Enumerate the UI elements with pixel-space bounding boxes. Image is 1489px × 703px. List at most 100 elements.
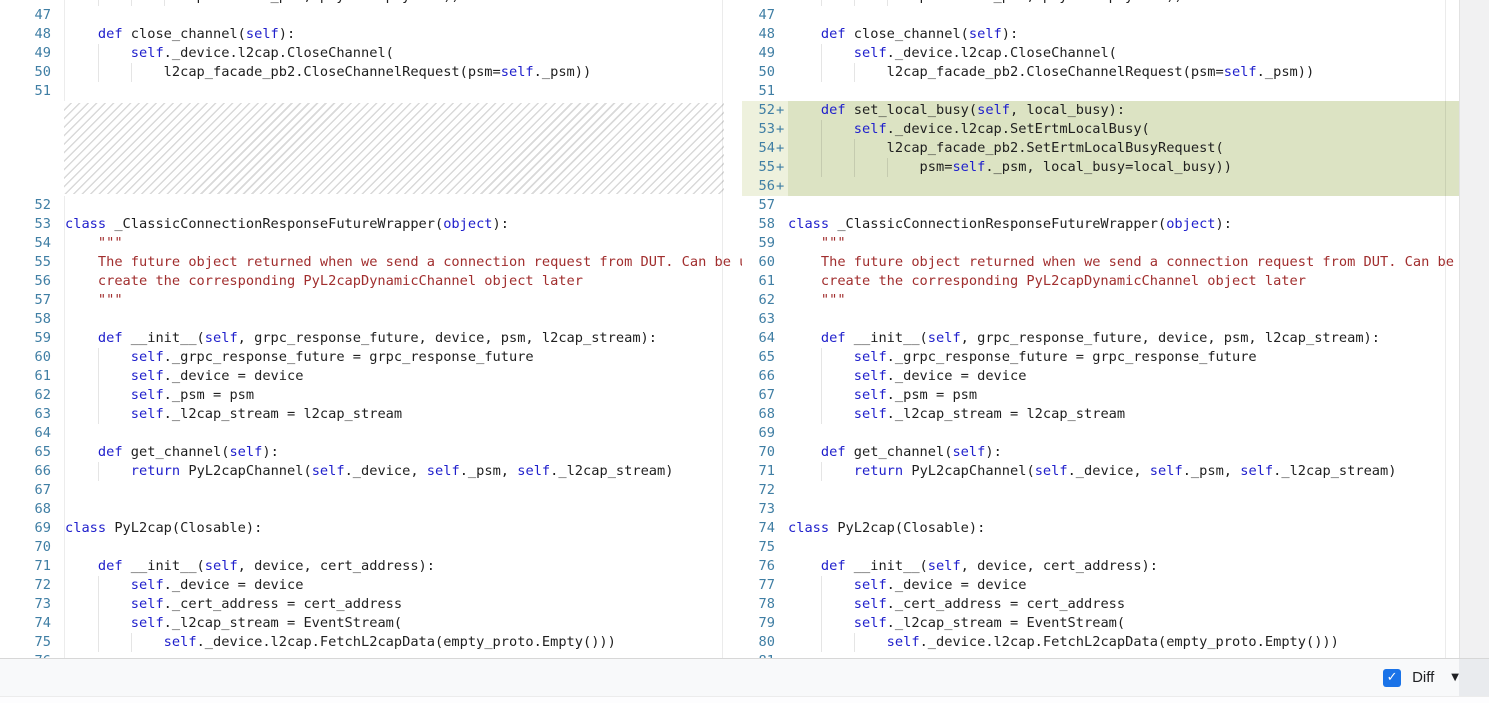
code-line[interactable]: 76 def __init__(self, device, cert_addre…	[742, 557, 1459, 576]
code-line[interactable]: 61 create the corresponding PyL2capDynam…	[742, 272, 1459, 291]
code-line[interactable]: 54 """	[0, 234, 742, 253]
code-line[interactable]: 73	[742, 500, 1459, 519]
code-line[interactable]: 77 self._device = device	[742, 576, 1459, 595]
code-line[interactable]: 50 l2cap_facade_pb2.CloseChannelRequest(…	[742, 63, 1459, 82]
code-line[interactable]: 53+ self._device.l2cap.SetErtmLocalBusy(	[742, 120, 1459, 139]
code-line[interactable]: 80 self._device.l2cap.FetchL2capData(emp…	[742, 633, 1459, 652]
diff-pane-right[interactable]: 46 psm=self._psm, payload=payload))4748 …	[742, 0, 1459, 658]
code-line[interactable]: 49 self._device.l2cap.CloseChannel(	[742, 44, 1459, 63]
code-rows: 46 psm=self._psm, payload=payload))4748 …	[0, 0, 742, 658]
code-line[interactable]: 64	[0, 424, 742, 443]
code-line[interactable]: 70	[0, 538, 742, 557]
code-line[interactable]: 52	[0, 196, 742, 215]
code-line[interactable]: 69	[742, 424, 1459, 443]
code-line[interactable]: 48 def close_channel(self):	[742, 25, 1459, 44]
line-number-gutter: 47	[0, 6, 65, 25]
code-line[interactable]: 68 self._l2cap_stream = l2cap_stream	[742, 405, 1459, 424]
line-number-gutter: 51	[742, 82, 788, 101]
code-line[interactable]: 51	[742, 82, 1459, 101]
code-line[interactable]: 66 return PyL2capChannel(self._device, s…	[0, 462, 742, 481]
code-line[interactable]: 59 def __init__(self, grpc_response_futu…	[0, 329, 742, 348]
code-line[interactable]: 60 self._grpc_response_future = grpc_res…	[0, 348, 742, 367]
code-line[interactable]: 47	[742, 6, 1459, 25]
code-line[interactable]: 58class _ClassicConnectionResponseFuture…	[742, 215, 1459, 234]
code-line[interactable]: 75	[742, 538, 1459, 557]
code-line[interactable]: 59 """	[742, 234, 1459, 253]
diff-added-marker	[775, 538, 788, 557]
code-line[interactable]: 67 self._psm = psm	[742, 386, 1459, 405]
line-number-gutter: 79	[742, 614, 788, 633]
code-text: self._device.l2cap.FetchL2capData(empty_…	[65, 633, 742, 652]
code-line[interactable]: 65 def get_channel(self):	[0, 443, 742, 462]
code-line[interactable]: 67	[0, 481, 742, 500]
code-line[interactable]: 56 create the corresponding PyL2capDynam…	[0, 272, 742, 291]
code-text: return PyL2capChannel(self._device, self…	[65, 462, 742, 481]
code-line[interactable]: 57	[742, 196, 1459, 215]
diff-added-marker	[775, 576, 788, 595]
code-line[interactable]: 53class _ClassicConnectionResponseFuture…	[0, 215, 742, 234]
code-line[interactable]: 72 self._device = device	[0, 576, 742, 595]
diff-added-marker	[775, 557, 788, 576]
code-line[interactable]: 68	[0, 500, 742, 519]
code-line[interactable]: 74class PyL2cap(Closable):	[742, 519, 1459, 538]
code-text	[788, 481, 1459, 500]
footer-bar: ✓ Diff ▼	[0, 658, 1489, 703]
code-line[interactable]: 62 """	[742, 291, 1459, 310]
code-line[interactable]: 63	[742, 310, 1459, 329]
diff-pane-left[interactable]: 46 psm=self._psm, payload=payload))4748 …	[0, 0, 742, 658]
code-line[interactable]: 54+ l2cap_facade_pb2.SetErtmLocalBusyReq…	[742, 139, 1459, 158]
line-number: 73	[0, 595, 51, 614]
code-line[interactable]: 73 self._cert_address = cert_address	[0, 595, 742, 614]
code-line[interactable]: 56+	[742, 177, 1459, 196]
code-line[interactable]: 57 """	[0, 291, 742, 310]
diff-added-marker	[51, 557, 64, 576]
code-line[interactable]: 55 The future object returned when we se…	[0, 253, 742, 272]
code-text: def __init__(self, grpc_response_future,…	[65, 329, 742, 348]
line-number: 57	[0, 291, 51, 310]
line-number-gutter: 75	[0, 633, 65, 652]
diff-added-marker	[51, 329, 64, 348]
code-line[interactable]: 74 self._l2cap_stream = EventStream(	[0, 614, 742, 633]
diff-added-marker	[51, 481, 64, 500]
line-number: 63	[742, 310, 775, 329]
code-line[interactable]: 66 self._device = device	[742, 367, 1459, 386]
dropdown-arrow-icon[interactable]: ▼	[1451, 672, 1459, 683]
code-line[interactable]: 64 def __init__(self, grpc_response_futu…	[742, 329, 1459, 348]
line-number-gutter: 60	[742, 253, 788, 272]
code-line[interactable]: 50 l2cap_facade_pb2.CloseChannelRequest(…	[0, 63, 742, 82]
code-line[interactable]: 52+ def set_local_busy(self, local_busy)…	[742, 101, 1459, 120]
line-number-gutter: 50	[0, 63, 65, 82]
code-line[interactable]: 71 return PyL2capChannel(self._device, s…	[742, 462, 1459, 481]
diff-added-marker	[775, 481, 788, 500]
diff-added-marker	[51, 348, 64, 367]
line-number: 74	[742, 519, 775, 538]
code-line[interactable]: 47	[0, 6, 742, 25]
code-line[interactable]: 70 def get_channel(self):	[742, 443, 1459, 462]
diff-added-marker: +	[775, 177, 788, 196]
code-line[interactable]: 72	[742, 481, 1459, 500]
line-number-gutter: 62	[742, 291, 788, 310]
code-line[interactable]: 51	[0, 82, 742, 101]
code-line[interactable]: 60 The future object returned when we se…	[742, 253, 1459, 272]
code-line[interactable]: 58	[0, 310, 742, 329]
line-number: 71	[742, 462, 775, 481]
code-text: The future object returned when we send …	[788, 253, 1459, 272]
code-line[interactable]: 48 def close_channel(self):	[0, 25, 742, 44]
code-line[interactable]: 79 self._l2cap_stream = EventStream(	[742, 614, 1459, 633]
code-line[interactable]: 62 self._psm = psm	[0, 386, 742, 405]
code-line[interactable]: 65 self._grpc_response_future = grpc_res…	[742, 348, 1459, 367]
code-line[interactable]: 75 self._device.l2cap.FetchL2capData(emp…	[0, 633, 742, 652]
code-line[interactable]: 49 self._device.l2cap.CloseChannel(	[0, 44, 742, 63]
diff-checkbox[interactable]: ✓	[1383, 669, 1401, 687]
code-line[interactable]: 63 self._l2cap_stream = l2cap_stream	[0, 405, 742, 424]
diff-added-marker	[51, 25, 64, 44]
vertical-scrollbar[interactable]	[1459, 0, 1489, 658]
code-line[interactable]: 61 self._device = device	[0, 367, 742, 386]
code-line[interactable]: 69class PyL2cap(Closable):	[0, 519, 742, 538]
diff-added-marker	[775, 63, 788, 82]
code-text: self._device = device	[65, 367, 742, 386]
diff-gap-filler	[0, 101, 742, 196]
code-line[interactable]: 78 self._cert_address = cert_address	[742, 595, 1459, 614]
code-line[interactable]: 71 def __init__(self, device, cert_addre…	[0, 557, 742, 576]
code-line[interactable]: 55+ psm=self._psm, local_busy=local_busy…	[742, 158, 1459, 177]
